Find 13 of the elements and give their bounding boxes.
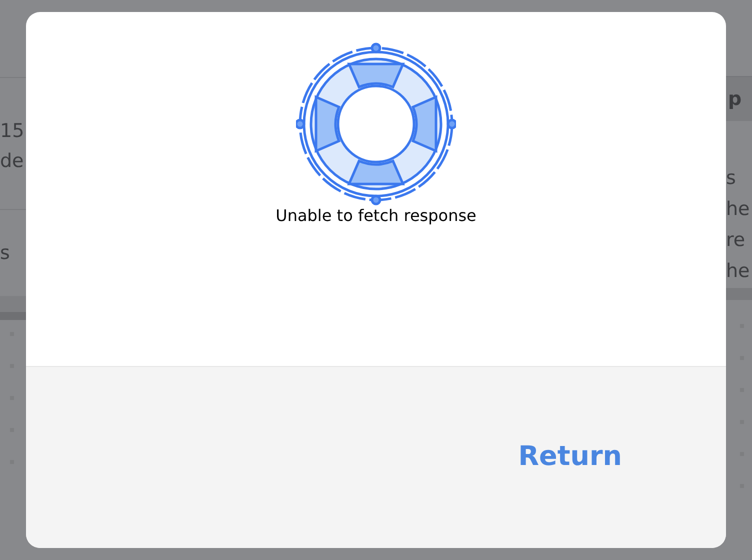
background-text: de (0, 149, 24, 174)
background-text: p (728, 88, 742, 110)
background-text: he (726, 197, 750, 222)
error-message: Unable to fetch response (276, 206, 476, 225)
section-bar (726, 288, 752, 300)
return-button[interactable]: Return (518, 441, 622, 472)
background-text: he (726, 259, 750, 284)
background-text: 15 (0, 119, 24, 144)
background-text: re (726, 228, 746, 253)
section-bar (0, 296, 26, 320)
background-text: s (726, 166, 736, 191)
background-text: s (0, 242, 10, 264)
lifebuoy-icon (296, 42, 456, 206)
